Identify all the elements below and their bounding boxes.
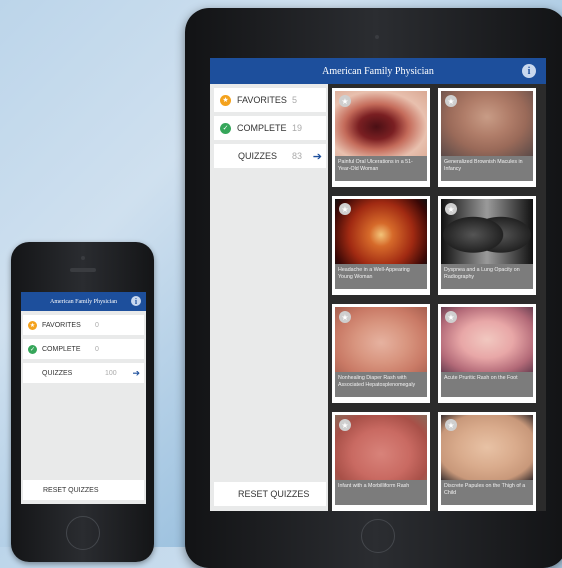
menu-count: 0 (95, 321, 99, 329)
check-icon: ✓ (220, 122, 231, 134)
quiz-caption: Headache in a Well-Appearing Young Woman (335, 264, 427, 289)
menu-count: 100 (105, 369, 117, 377)
quiz-card[interactable]: ★ Acute Pruritic Rash on the Foot (438, 304, 536, 403)
menu-item-favorites[interactable]: ★ FAVORITES 5 (214, 88, 326, 112)
quiz-caption: Generalized Brownish Macules in Infancy (441, 156, 533, 181)
star-icon: ★ (220, 94, 231, 106)
menu-count: 83 (292, 151, 303, 161)
arrow-right-icon: ➔ (312, 150, 322, 163)
phone-home-button[interactable] (66, 516, 100, 550)
star-icon[interactable]: ★ (339, 419, 351, 431)
phone-camera (81, 256, 85, 260)
arrow-right-icon: ➔ (132, 367, 140, 378)
menu-item-complete[interactable]: ✓ COMPLETE 0 (23, 339, 144, 359)
quiz-caption: Nonhealing Diaper Rash with Associated H… (335, 372, 427, 397)
menu-label: FAVORITES (42, 321, 81, 329)
star-icon[interactable]: ★ (339, 203, 351, 215)
info-icon[interactable]: i (131, 296, 141, 306)
quiz-card[interactable]: ★ Generalized Brownish Macules in Infanc… (438, 88, 536, 187)
quiz-card[interactable]: ★ Headache in a Well-Appearing Young Wom… (332, 196, 430, 295)
phone-header: American Family Physician i (21, 292, 146, 311)
menu-label: QUIZZES (42, 369, 73, 377)
menu-count: 0 (95, 345, 99, 353)
tablet-home-button[interactable] (361, 519, 395, 553)
check-icon: ✓ (28, 344, 37, 354)
quiz-card[interactable]: ★ Dyspnea and a Lung Opacity on Radiogra… (438, 196, 536, 295)
quiz-card[interactable]: ★ Nonhealing Diaper Rash with Associated… (332, 304, 430, 403)
star-icon[interactable]: ★ (445, 95, 457, 107)
menu-label: COMPLETE (237, 123, 287, 133)
app-title: American Family Physician (50, 298, 117, 305)
star-icon[interactable]: ★ (445, 419, 457, 431)
quiz-caption: Dyspnea and a Lung Opacity on Radiograph… (441, 264, 533, 289)
menu-label: COMPLETE (42, 345, 81, 353)
menu-label: FAVORITES (237, 95, 287, 105)
menu-count: 19 (292, 123, 303, 133)
phone-speaker (70, 268, 96, 272)
reset-quizzes-button[interactable]: RESET QUIZZES (23, 480, 144, 500)
reset-quizzes-button[interactable]: RESET QUIZZES (214, 482, 326, 506)
phone-device: American Family Physician i ★ FAVORITES … (11, 242, 154, 562)
quiz-card[interactable]: ★ Discrete Papules on the Thigh of a Chi… (438, 412, 536, 511)
tablet-screen: American Family Physician i ★ FAVORITES … (210, 58, 546, 511)
tablet-device: American Family Physician i ★ FAVORITES … (185, 8, 562, 568)
menu-item-quizzes[interactable]: QUIZZES 100 ➔ (23, 363, 144, 383)
menu-item-quizzes[interactable]: QUIZZES 83 ➔ (214, 144, 326, 168)
phone-screen: American Family Physician i ★ FAVORITES … (21, 292, 146, 504)
quiz-caption: Painful Oral Ulcerations in a 51-Year-Ol… (335, 156, 427, 181)
menu-count: 5 (292, 95, 298, 105)
quiz-caption: Discrete Papules on the Thigh of a Child (441, 480, 533, 505)
menu-item-complete[interactable]: ✓ COMPLETE 19 (214, 116, 326, 140)
quiz-caption: Acute Pruritic Rash on the Foot (441, 372, 533, 397)
info-icon[interactable]: i (522, 64, 536, 78)
quiz-card[interactable]: ★ Painful Oral Ulcerations in a 51-Year-… (332, 88, 430, 187)
star-icon[interactable]: ★ (445, 311, 457, 323)
tablet-header: American Family Physician i (210, 58, 546, 84)
menu-item-favorites[interactable]: ★ FAVORITES 0 (23, 315, 144, 335)
quiz-grid: ★ Painful Oral Ulcerations in a 51-Year-… (328, 84, 546, 511)
menu-label: QUIZZES (238, 151, 278, 161)
tablet-camera (375, 35, 379, 39)
star-icon[interactable]: ★ (445, 203, 457, 215)
quiz-card[interactable]: ★ Infant with a Morbilliform Rash (332, 412, 430, 511)
sidebar: ★ FAVORITES 5 ✓ COMPLETE 19 QUIZZES 83 ➔… (210, 84, 328, 511)
star-icon: ★ (28, 320, 37, 330)
quiz-caption: Infant with a Morbilliform Rash (335, 480, 427, 505)
app-title: American Family Physician (322, 65, 434, 77)
star-icon[interactable]: ★ (339, 95, 351, 107)
star-icon[interactable]: ★ (339, 311, 351, 323)
